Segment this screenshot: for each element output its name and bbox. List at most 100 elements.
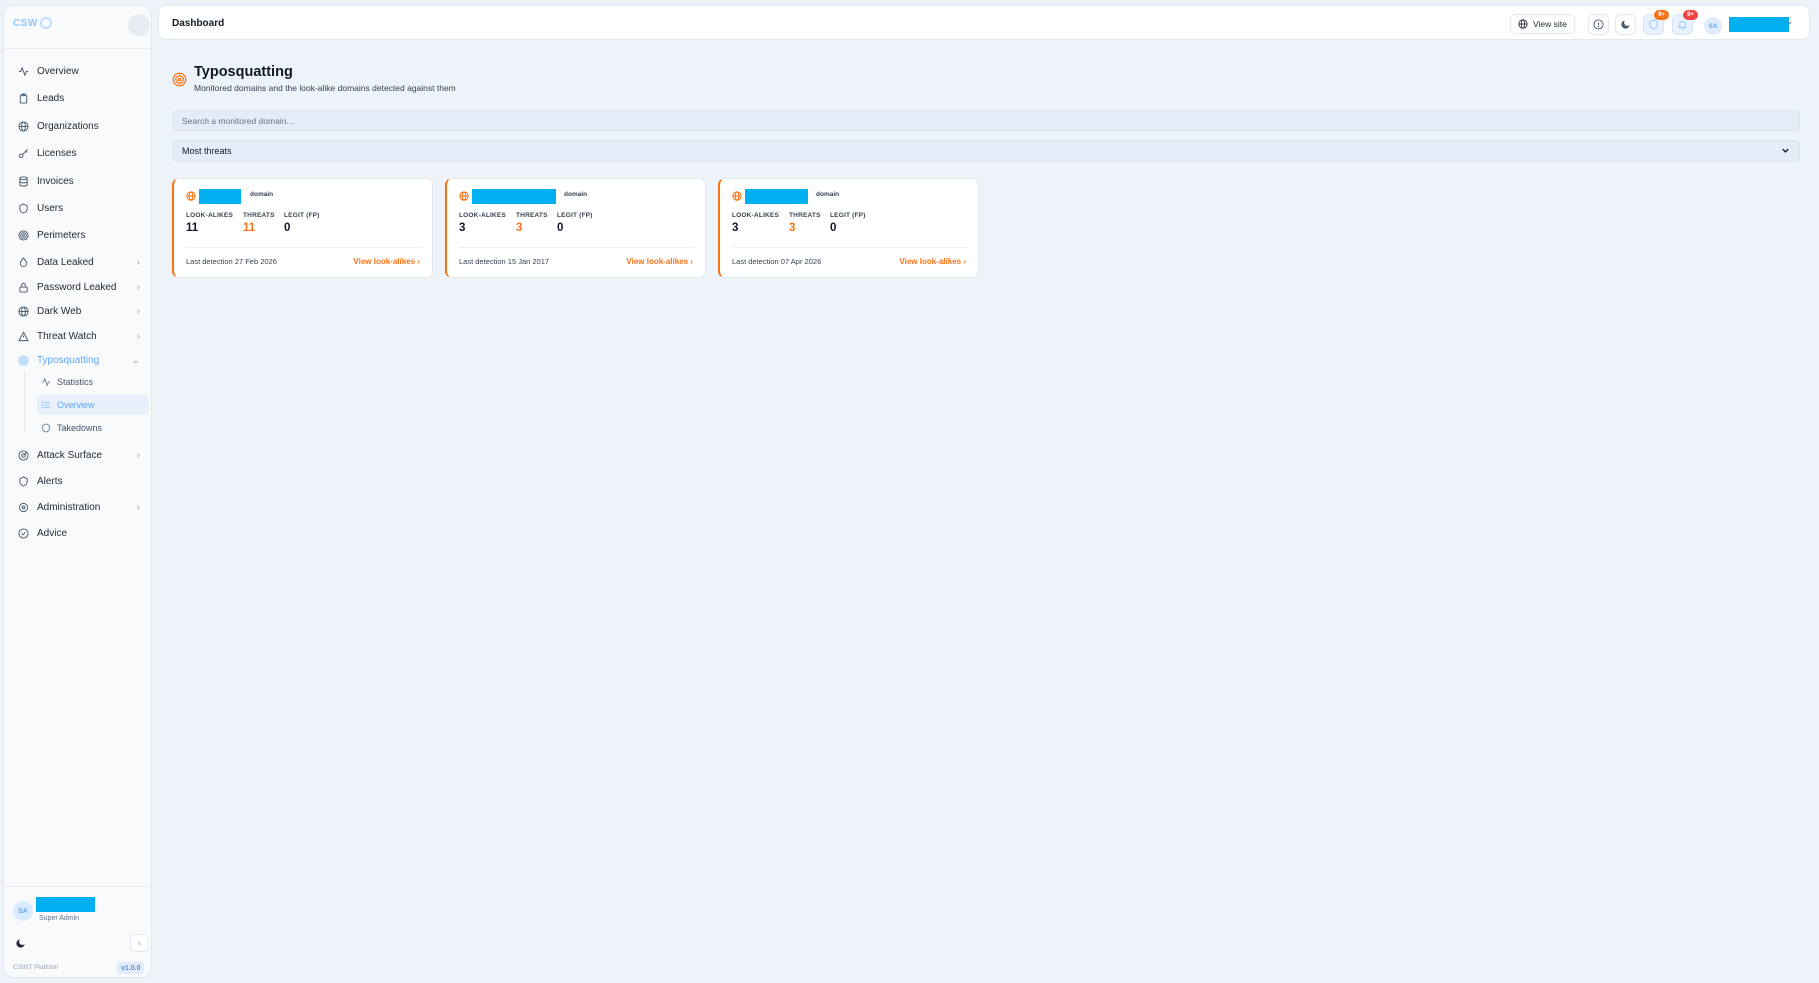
activity-icon (18, 66, 29, 77)
threats-count: 11 (243, 222, 256, 234)
sidebar-item-label: Alerts (37, 475, 63, 487)
check-circle-icon (18, 527, 29, 539)
sidebar-item-label: Password Leaked (37, 281, 117, 293)
sidebar-item-label: Leads (37, 92, 65, 104)
sidebar-item-typosquatting[interactable]: Typosquatting ⌄ (12, 349, 146, 371)
sidebar-item-label: Attack Surface (37, 449, 103, 461)
radar-icon (18, 449, 29, 461)
domain-name-redacted (199, 189, 241, 204)
chevron-right-icon: › (136, 330, 140, 342)
sidebar-toggle-icon[interactable] (128, 14, 150, 36)
legit-label: LEGIT (FP) (284, 212, 320, 219)
activity-icon (41, 377, 51, 387)
user-name-redacted (36, 897, 95, 912)
sidebar-item-leads[interactable]: Leads (12, 87, 146, 109)
sidebar-subitem-statistics[interactable]: Statistics (37, 372, 149, 392)
globe-icon (1518, 19, 1528, 29)
view-site-button[interactable]: View site (1510, 14, 1575, 34)
sidebar-item-dark-web[interactable]: Dark Web › (12, 300, 146, 322)
sidebar-item-alerts[interactable]: Alerts (12, 470, 146, 492)
chevron-down-icon[interactable]: ⌄ (1786, 16, 1794, 27)
lookalikes-label: LOOK-ALIKES (186, 212, 233, 219)
theme-toggle-button[interactable] (11, 934, 29, 952)
sidebar-item-perimeters[interactable]: Perimeters (12, 224, 146, 246)
sidebar-item-attack-surface[interactable]: Attack Surface › (12, 444, 146, 466)
security-alerts-button[interactable]: 9+ (1643, 10, 1669, 35)
dark-mode-button[interactable] (1615, 14, 1636, 35)
chevron-down-icon (1780, 145, 1791, 158)
sidebar-item-advice[interactable]: Advice (12, 522, 146, 544)
avatar[interactable]: SA (1704, 17, 1722, 35)
brand-logo[interactable]: CSW (13, 17, 52, 29)
chevron-right-icon: › (136, 449, 140, 461)
globe-icon (18, 305, 29, 317)
sidebar-item-data-leaked[interactable]: Data Leaked › (12, 251, 146, 273)
sidebar-item-threat-watch[interactable]: Threat Watch › (12, 325, 146, 347)
shield-icon (1649, 19, 1658, 30)
sidebar-item-administration[interactable]: Administration › (12, 496, 146, 518)
search-input[interactable] (173, 110, 1800, 131)
sidebar-subitem-label: Takedowns (57, 423, 103, 433)
user-menu-redacted[interactable] (1729, 17, 1789, 32)
domain-card[interactable]: domain LOOK-ALIKES THREATS LEGIT (FP) 11… (172, 178, 433, 278)
database-icon (18, 175, 29, 187)
chevron-right-icon: › (136, 256, 140, 268)
sort-select-value: Most threats (182, 146, 232, 156)
view-lookalikes-link[interactable]: View look-alikes › (899, 257, 966, 266)
view-lookalikes-link[interactable]: View look-alikes › (353, 257, 420, 266)
legit-label: LEGIT (FP) (830, 212, 866, 219)
domain-card[interactable]: domain LOOK-ALIKES THREATS LEGIT (FP) 3 … (445, 178, 706, 278)
sidebar-subitem-overview[interactable]: Overview (37, 395, 149, 415)
info-button[interactable] (1588, 14, 1609, 35)
info-icon (1593, 19, 1604, 30)
sidebar-item-label: Dark Web (37, 305, 82, 317)
sidebar-item-organizations[interactable]: Organizations (12, 115, 146, 137)
lookalikes-count: 11 (186, 222, 199, 234)
chevron-right-icon: › (136, 305, 140, 317)
sidebar-item-overview[interactable]: Overview (12, 60, 146, 82)
collapse-sidebar-button[interactable]: ‹ (130, 934, 149, 952)
notifications-button[interactable]: 9+ (1672, 10, 1698, 35)
threats-count: 3 (789, 222, 796, 234)
threats-count: 3 (516, 222, 523, 234)
sidebar-item-password-leaked[interactable]: Password Leaked › (12, 276, 146, 298)
view-lookalikes-link[interactable]: View look-alikes › (626, 257, 693, 266)
domain-name-redacted (472, 189, 556, 204)
globe-icon (186, 191, 196, 201)
target-icon (18, 354, 29, 366)
version-badge: v1.0.0 (117, 962, 145, 974)
lock-icon (18, 282, 29, 293)
chevron-right-icon: › (963, 257, 966, 266)
card-divider (732, 247, 968, 248)
submenu-guide-line (24, 371, 25, 433)
notification-badge: 9+ (1683, 10, 1698, 20)
domain-card[interactable]: domain LOOK-ALIKES THREATS LEGIT (FP) 3 … (718, 178, 979, 278)
sort-select[interactable]: Most threats (173, 140, 1800, 162)
sidebar-item-invoices[interactable]: Invoices (12, 170, 146, 192)
last-detection: Last detection 07 Apr 2026 (732, 257, 822, 266)
chevron-right-icon: › (136, 281, 140, 293)
legit-count: 0 (284, 222, 291, 234)
sidebar-subitem-label: Overview (57, 400, 95, 410)
sidebar-item-users[interactable]: Users (12, 197, 146, 219)
threats-label: THREATS (243, 212, 275, 219)
chevron-right-icon: › (417, 257, 420, 266)
avatar[interactable]: SA (13, 901, 33, 921)
sidebar-subitem-takedowns[interactable]: Takedowns (37, 418, 149, 438)
sidebar-item-label: Organizations (37, 120, 99, 132)
platform-name: CSINT Platform (13, 964, 59, 971)
sidebar-item-label: Administration (37, 501, 101, 513)
legit-count: 0 (830, 222, 837, 234)
sidebar-item-licenses[interactable]: Licenses (12, 142, 146, 164)
lookalikes-label: LOOK-ALIKES (459, 212, 506, 219)
globe-icon (18, 120, 29, 132)
list-icon (41, 400, 51, 410)
threats-label: THREATS (516, 212, 548, 219)
lookalikes-count: 3 (459, 222, 466, 234)
chevron-left-icon: ‹ (138, 938, 141, 948)
view-lookalikes-label: View look-alikes (899, 257, 962, 266)
legit-label: LEGIT (FP) (557, 212, 593, 219)
legit-count: 0 (557, 222, 564, 234)
view-lookalikes-label: View look-alikes (353, 257, 416, 266)
view-site-label: View site (1533, 19, 1567, 29)
